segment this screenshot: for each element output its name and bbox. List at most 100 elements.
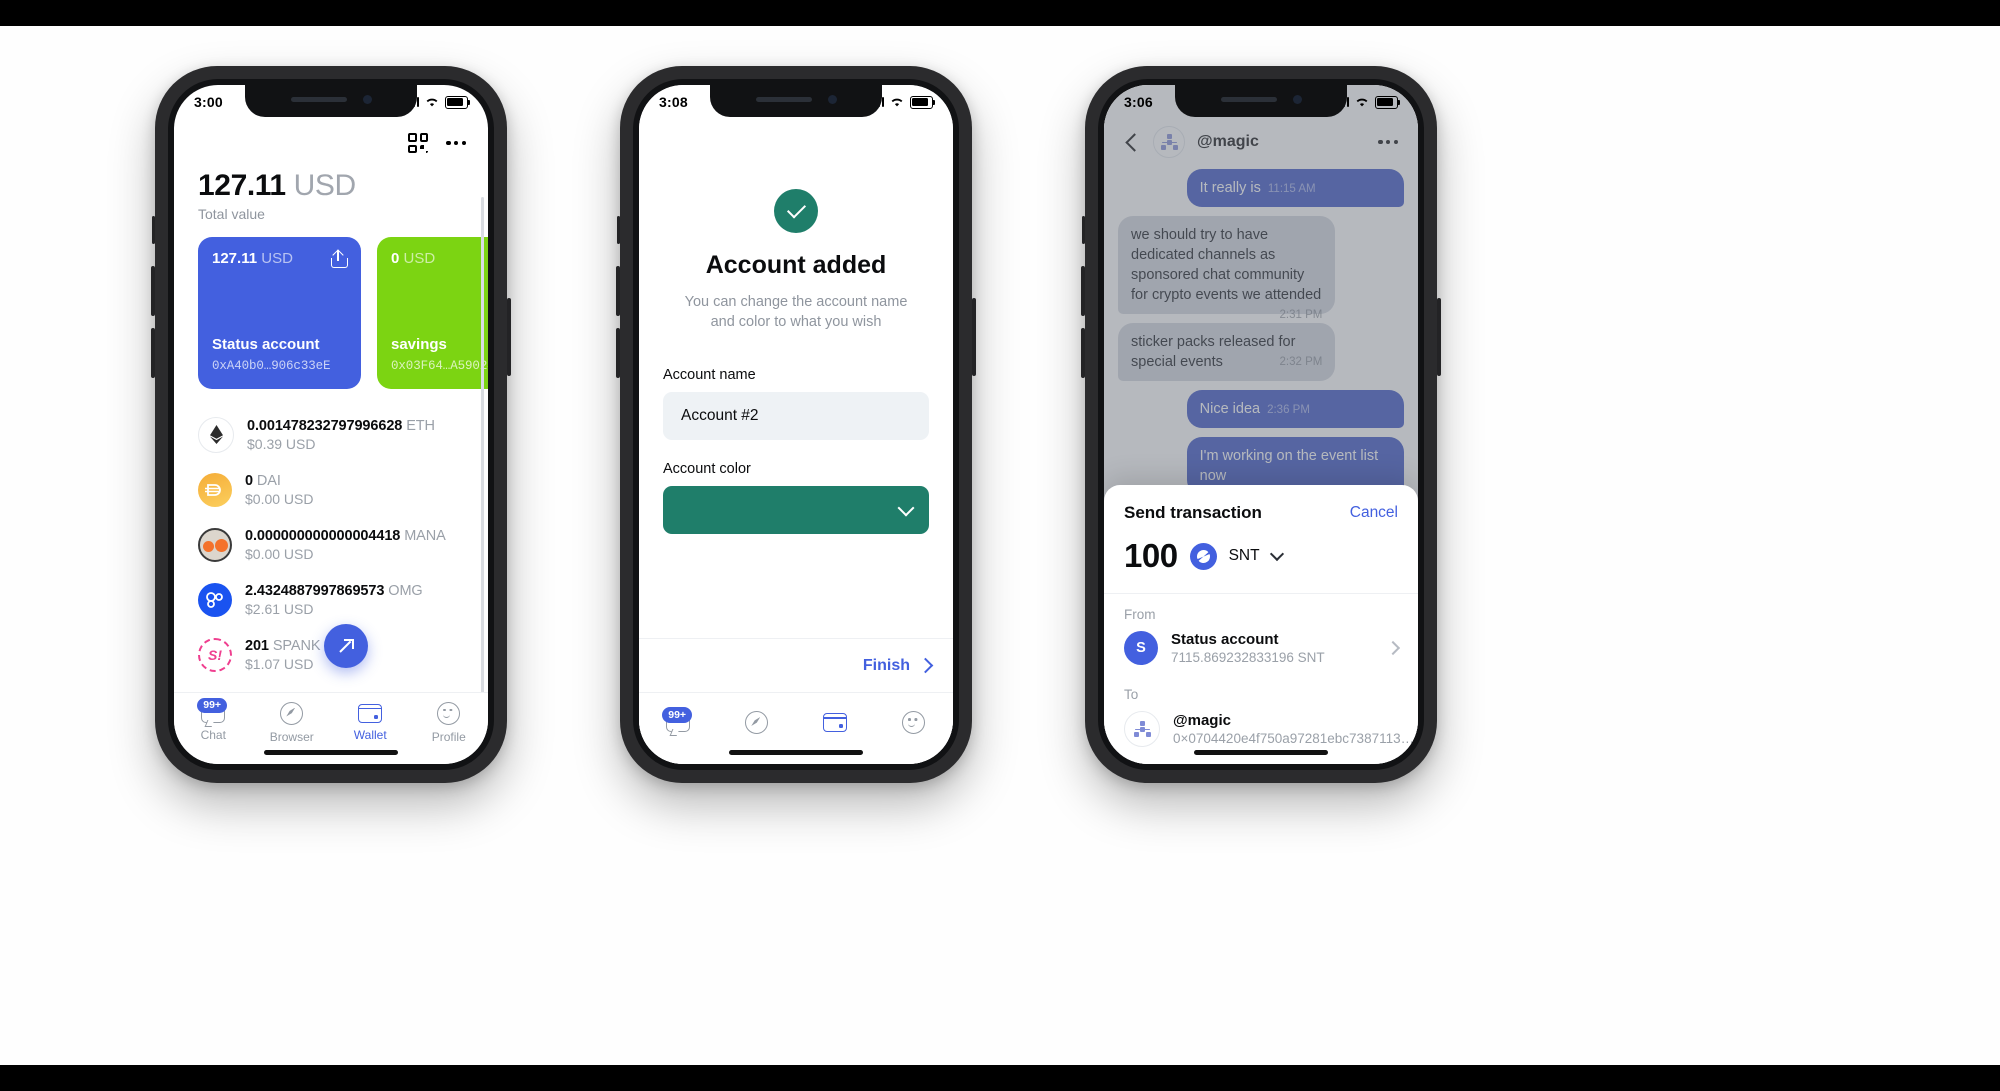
omg-icon (198, 582, 232, 617)
share-icon[interactable] (330, 248, 348, 268)
tab-browser[interactable]: Browser (259, 701, 325, 744)
finish-button[interactable]: Finish (863, 657, 910, 675)
token-usd: $0.39 USD (247, 435, 316, 452)
power-button[interactable] (972, 298, 976, 376)
page-title: Account added (705, 251, 887, 279)
card-top-row: 0 USD (391, 250, 488, 268)
home-indicator[interactable] (1194, 750, 1328, 755)
account-card-status[interactable]: 127.11 USD Status account 0xA40b0…906c33… (198, 237, 361, 389)
token-amount-row: 0.000000000000004418 MANA (245, 528, 446, 544)
tab-label: Browser (269, 729, 314, 744)
phone-screen-account-added: 3:08 Account added You can change the ac… (639, 85, 953, 764)
home-indicator[interactable] (264, 750, 398, 755)
total-currency: USD (293, 169, 357, 202)
total-value-label: Total value (198, 206, 265, 222)
account-cards: 127.11 USD Status account 0xA40b0…906c33… (198, 237, 488, 389)
finish-bar: Finish (639, 638, 953, 692)
list-item[interactable]: 2.4324887997869573 OMG $2.61 USD (174, 572, 488, 627)
volume-up-button[interactable] (616, 266, 620, 316)
card-top-row: 127.11 USD (212, 248, 348, 268)
home-indicator[interactable] (729, 750, 863, 755)
mute-switch[interactable] (617, 216, 620, 244)
status-clock: 3:08 (659, 94, 688, 110)
tab-chat[interactable]: 99+ Chat (180, 697, 246, 742)
list-item[interactable]: 0.000000000000004418 MANA $0.00 USD (174, 517, 488, 572)
volume-up-button[interactable] (1081, 266, 1085, 316)
from-account-name: Status account (1171, 631, 1279, 648)
tab-browser[interactable] (724, 711, 790, 734)
sheet-title: Send transaction (1124, 503, 1262, 522)
mute-switch[interactable] (152, 216, 155, 244)
send-transaction-fab[interactable] (324, 624, 368, 668)
volume-up-button[interactable] (151, 266, 155, 316)
volume-down-button[interactable] (1081, 328, 1085, 378)
from-account-balance: 7115.869232833196 SNT (1171, 650, 1325, 665)
chevron-down-icon[interactable] (1269, 546, 1284, 562)
card-amount-row: 127.11 USD (212, 250, 293, 267)
power-button[interactable] (507, 298, 511, 376)
card-amount: 127.11 (212, 250, 258, 267)
power-button[interactable] (1437, 298, 1441, 376)
token-text: 2.4324887997869573 OMG $2.61 USD (245, 583, 423, 617)
list-item[interactable]: 7115.86923283…96 SNT $123.04 USD (174, 682, 488, 692)
phone-send-transaction: @magic It really is11:15 AM we should tr… (1081, 66, 1441, 783)
mute-switch[interactable] (1082, 216, 1085, 244)
notch (1175, 85, 1347, 117)
account-name-input[interactable]: Account #2 (663, 392, 929, 440)
from-account-row[interactable]: S Status account 7115.869232833196 SNT (1104, 622, 1418, 674)
card-amount: 0 (391, 250, 400, 267)
to-account-row[interactable]: @magic 0×0704420e4f750a97281ebc7387113… (1104, 702, 1418, 756)
card-currency: USD (403, 250, 436, 267)
avatar: S (1124, 631, 1158, 665)
sheet-header: Send transaction Cancel (1104, 485, 1418, 523)
total-value-block: 127.11 USD Total value (198, 169, 356, 222)
identicon-glyph-icon (1133, 720, 1151, 738)
scrollbar[interactable] (481, 197, 484, 757)
tab-profile[interactable] (881, 711, 947, 734)
account-color-select[interactable] (663, 486, 929, 534)
tab-chat[interactable]: 99+ (645, 707, 711, 732)
amount-row[interactable]: 100 SNT (1104, 523, 1418, 594)
status-clock: 3:06 (1124, 94, 1153, 110)
tab-wallet[interactable] (802, 713, 868, 732)
notch (245, 85, 417, 117)
snt-icon (1189, 542, 1217, 570)
top-letterbox (0, 0, 2000, 26)
token-text: 0.000000000000004418 MANA $0.00 USD (245, 528, 446, 562)
card-amount-row: 0 USD (391, 250, 435, 267)
cancel-button[interactable]: Cancel (1350, 504, 1398, 522)
front-camera (363, 95, 372, 104)
avatar (1124, 711, 1160, 747)
qr-code-icon[interactable] (408, 133, 429, 153)
profile-icon (902, 711, 926, 734)
tab-profile[interactable]: Profile (416, 701, 482, 744)
earpiece-speaker (291, 97, 347, 102)
to-label: To (1124, 687, 1139, 702)
page-subtitle: You can change the account name and colo… (684, 294, 908, 330)
bottom-letterbox (0, 1065, 2000, 1091)
volume-down-button[interactable] (616, 328, 620, 378)
tab-wallet[interactable]: Wallet (337, 703, 403, 742)
list-item[interactable]: 0.001478232797996628 ETH $0.39 USD (174, 407, 488, 462)
notch (710, 85, 882, 117)
amount-value[interactable]: 100 (1124, 537, 1178, 575)
send-arrow-icon (339, 638, 354, 654)
from-text: Status account 7115.869232833196 SNT (1171, 631, 1325, 665)
phones-background: 3:00 127.11 USD Total value 127.11 USD S… (0, 26, 2000, 1065)
token-symbol: OMG (388, 582, 423, 599)
wifi-icon (891, 98, 903, 107)
volume-down-button[interactable] (151, 328, 155, 378)
account-card-savings[interactable]: 0 USD savings 0x03F64…A590248c (377, 237, 488, 389)
token-amount-row: 201 SPANK (245, 637, 321, 654)
list-item[interactable]: 0 DAI $0.00 USD (174, 462, 488, 517)
chat-screen: @magic It really is11:15 AM we should tr… (1104, 85, 1418, 764)
compass-icon (745, 711, 769, 734)
account-name-field-group: Account name Account #2 (663, 367, 929, 440)
token-text: 201 SPANK $1.07 USD (245, 637, 321, 672)
card-account-address: 0xA40b0…906c33eE (212, 359, 331, 373)
token-usd: $1.07 USD (245, 655, 314, 672)
more-options-icon[interactable] (446, 140, 466, 146)
battery-icon (910, 95, 936, 109)
check-circle-icon (774, 189, 818, 233)
token-amount: 201 (245, 637, 269, 654)
